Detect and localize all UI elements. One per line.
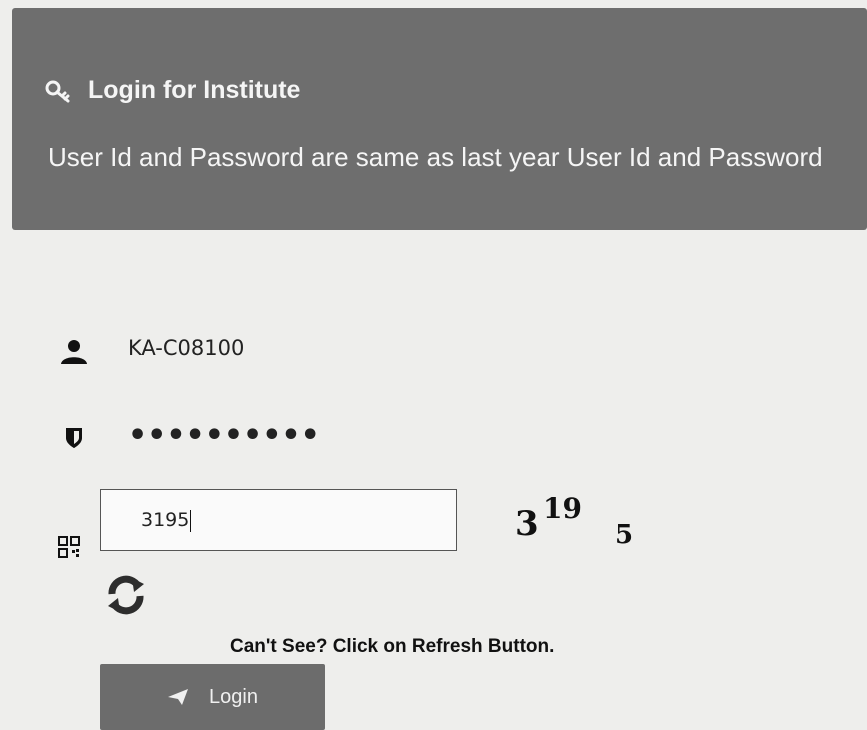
login-header-panel: Login for Institute User Id and Password…: [12, 8, 867, 230]
user-id-field[interactable]: KA-C08100: [128, 328, 448, 368]
panel-title: Login for Institute: [88, 76, 301, 104]
captcha-glyph: 19: [543, 492, 582, 525]
text-caret: [190, 509, 192, 532]
refresh-icon[interactable]: [104, 574, 148, 616]
key-icon: [45, 80, 70, 102]
panel-title-row: Login for Institute: [44, 76, 300, 105]
captcha-glyph: 5: [615, 520, 634, 550]
captcha-input[interactable]: 3195: [100, 489, 457, 551]
login-button[interactable]: Login: [100, 664, 325, 730]
login-button-label: Login: [209, 685, 258, 708]
captcha-input-value: 3195: [141, 509, 190, 531]
refresh-hint: Can't See? Click on Refresh Button.: [230, 636, 555, 657]
user-icon: [61, 340, 87, 364]
credentials-notice: User Id and Password are same as last ye…: [48, 142, 823, 172]
captcha-image: 3 19 5: [505, 490, 655, 560]
captcha-glyph: 3: [515, 504, 539, 544]
qr-icon: [58, 536, 80, 558]
send-icon: [168, 689, 189, 705]
shield-icon: [66, 428, 82, 448]
password-field[interactable]: ••••••••••: [128, 416, 448, 456]
